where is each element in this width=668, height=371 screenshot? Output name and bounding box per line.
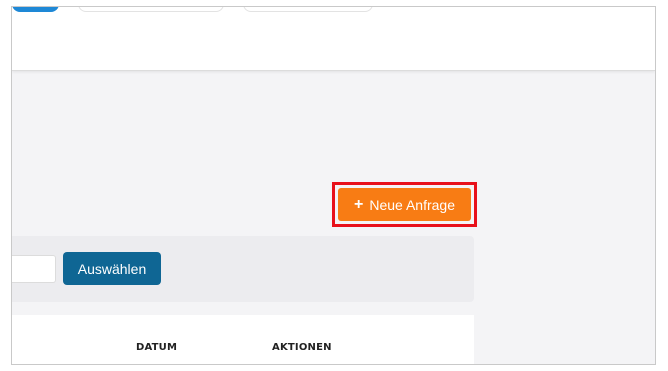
new-request-button[interactable]: + Neue Anfrage — [338, 188, 471, 221]
tab-secondary[interactable] — [78, 7, 224, 12]
top-navigation-bar — [12, 7, 655, 71]
plus-icon: + — [354, 195, 364, 213]
column-header-date[interactable]: DATUM — [136, 342, 177, 353]
app-window: + Neue Anfrage Auswählen DATUM AKTIONEN — [11, 6, 656, 365]
tab-tertiary[interactable] — [243, 7, 373, 12]
column-header-actions: AKTIONEN — [272, 342, 332, 353]
filter-input[interactable] — [12, 255, 56, 283]
filter-panel: Auswählen — [12, 236, 474, 302]
new-request-label: Neue Anfrage — [369, 196, 455, 213]
requests-table: DATUM AKTIONEN — [12, 315, 474, 364]
tab-active[interactable] — [12, 7, 59, 12]
select-button[interactable]: Auswählen — [63, 252, 161, 285]
